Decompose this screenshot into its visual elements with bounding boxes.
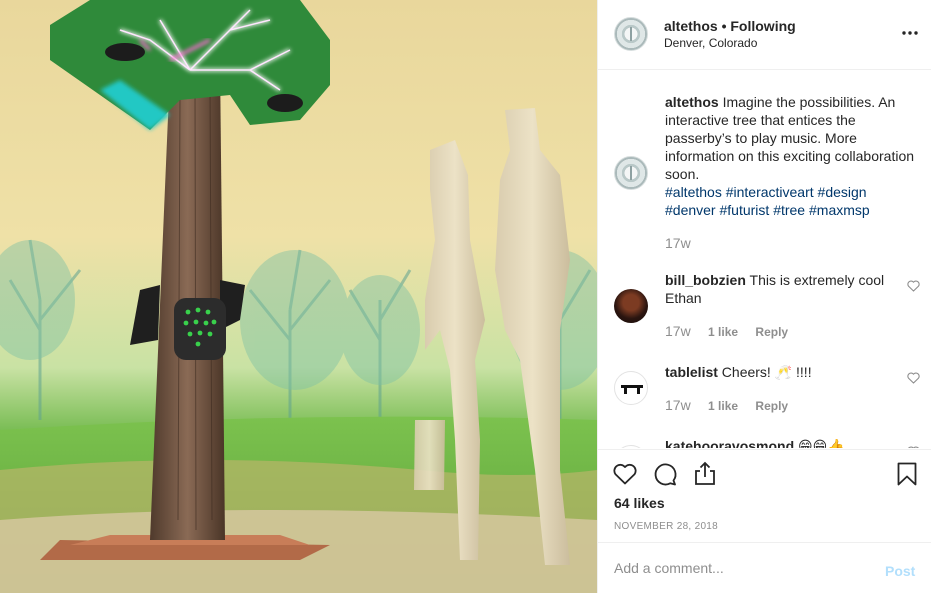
author-avatar[interactable]: [614, 17, 648, 51]
reply-button[interactable]: Reply: [755, 399, 788, 413]
comment-username[interactable]: tablelist: [665, 364, 718, 380]
hashtag[interactable]: #interactiveart: [726, 184, 814, 200]
caption: altethos Imagine the possibilities. An i…: [665, 93, 915, 219]
heart-small-icon[interactable]: [907, 446, 920, 448]
comment-icon[interactable]: [652, 461, 678, 487]
post-side-panel: altethos • Following Denver, Colorado al…: [597, 0, 931, 593]
instagram-post: altethos • Following Denver, Colorado al…: [0, 0, 931, 593]
add-comment-input[interactable]: [614, 557, 864, 579]
add-comment-bar: Post: [598, 542, 931, 593]
commenter-avatar[interactable]: [614, 445, 648, 448]
comment-username[interactable]: katehooravosmond: [665, 438, 794, 448]
author-header-line: altethos • Following: [664, 18, 796, 34]
hashtag[interactable]: #maxmsp: [809, 202, 870, 218]
caption-time[interactable]: 17w: [665, 235, 691, 251]
comment-time[interactable]: 17w: [665, 397, 691, 413]
hashtag[interactable]: #design: [818, 184, 867, 200]
comment-likes[interactable]: 1 like: [708, 325, 738, 339]
hashtag[interactable]: #altethos: [665, 184, 722, 200]
comment-likes[interactable]: 1 like: [708, 399, 738, 413]
post-location[interactable]: Denver, Colorado: [664, 36, 757, 50]
bookmark-icon[interactable]: [894, 461, 920, 487]
comment-username[interactable]: bill_bobzien: [665, 272, 746, 288]
heart-small-icon[interactable]: [907, 280, 920, 292]
comment-text: tablelist Cheers! 🥂 !!!!: [665, 363, 901, 381]
comment-text: bill_bobzien This is extremely cool Etha…: [665, 271, 901, 307]
tree-render-illustration: [0, 0, 597, 593]
hashtag[interactable]: #futurist: [719, 202, 769, 218]
comments-list[interactable]: altethos Imagine the possibilities. An i…: [598, 71, 931, 448]
tablelist-logo: [621, 385, 643, 394]
post-comment-button[interactable]: Post: [885, 563, 915, 579]
share-icon[interactable]: [692, 461, 718, 487]
header-separator: •: [721, 18, 727, 34]
heart-small-icon[interactable]: [907, 372, 920, 384]
commenter-avatar[interactable]: [614, 371, 648, 405]
comment-body: 😁😁👍: [798, 438, 845, 448]
comment-time[interactable]: 17w: [665, 323, 691, 339]
caption-avatar[interactable]: [614, 156, 648, 190]
following-button[interactable]: Following: [730, 18, 795, 34]
post-header: altethos • Following Denver, Colorado: [598, 0, 931, 70]
caption-meta: 17w: [665, 235, 705, 251]
hashtag[interactable]: #tree: [773, 202, 805, 218]
more-options-icon[interactable]: [900, 26, 920, 40]
comment-body: Cheers! 🥂 !!!!: [721, 364, 812, 380]
post-actions: 64 likes NOVEMBER 28, 2018: [598, 449, 931, 541]
author-username[interactable]: altethos: [664, 18, 718, 34]
caption-username[interactable]: altethos: [665, 94, 719, 110]
comment-meta: 17w 1 like Reply: [665, 397, 802, 413]
hashtag[interactable]: #denver: [665, 202, 716, 218]
post-image[interactable]: [0, 0, 597, 593]
comment-meta: 17w 1 like Reply: [665, 323, 802, 339]
reply-button[interactable]: Reply: [755, 325, 788, 339]
commenter-avatar[interactable]: [614, 289, 648, 323]
heart-icon[interactable]: [612, 461, 638, 487]
likes-count[interactable]: 64 likes: [614, 495, 665, 511]
comment-text: katehooravosmond 😁😁👍: [665, 437, 901, 448]
post-date: NOVEMBER 28, 2018: [614, 521, 719, 532]
